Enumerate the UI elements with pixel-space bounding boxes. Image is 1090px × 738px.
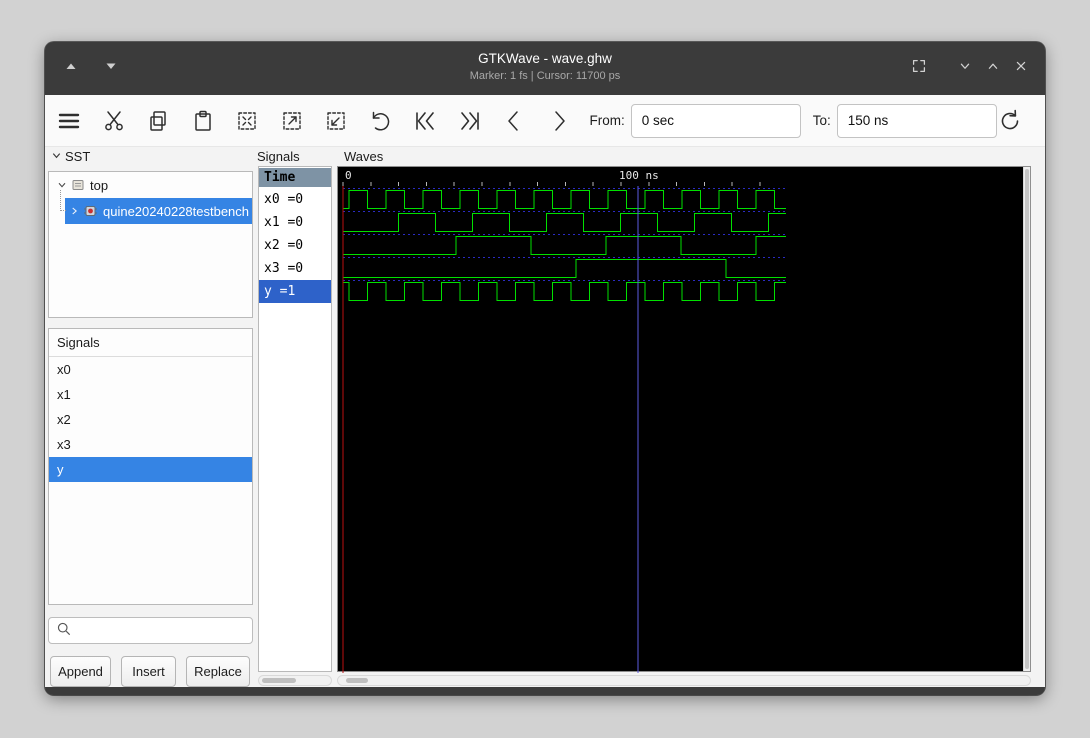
wave-canvas[interactable]: 0 100 ns bbox=[337, 166, 1031, 673]
next-button[interactable] bbox=[541, 103, 577, 139]
fullscreen-icon bbox=[910, 57, 928, 80]
signal-row-x2[interactable]: x2 =0 bbox=[259, 234, 331, 257]
zoom-out-icon bbox=[323, 108, 349, 134]
to-input[interactable] bbox=[836, 103, 997, 138]
signals-frame-label: Signals bbox=[257, 149, 300, 164]
signal-row-x0[interactable]: x0 =0 bbox=[259, 188, 331, 211]
replace-button[interactable]: Replace bbox=[186, 656, 250, 687]
main-area: SST top quine20240228testbench Signals x0… bbox=[45, 147, 1045, 687]
signal-filter bbox=[48, 617, 253, 644]
timeline-label: 100 ns bbox=[619, 169, 659, 182]
to-end-button[interactable] bbox=[452, 103, 488, 139]
signal-list-item-x0[interactable]: x0 bbox=[49, 357, 252, 382]
from-label: From: bbox=[589, 113, 625, 128]
wave-horizontal-scrollbar[interactable] bbox=[337, 675, 1031, 686]
zoom-out-button[interactable] bbox=[318, 103, 354, 139]
scrollbar-thumb[interactable] bbox=[1025, 169, 1029, 669]
chevron-down-icon bbox=[51, 149, 62, 164]
toolbar: From: To: bbox=[45, 95, 1045, 147]
waveform-x0 bbox=[343, 190, 786, 209]
signal-list-item-y[interactable]: y bbox=[49, 457, 252, 482]
zoom-in-button[interactable] bbox=[274, 103, 310, 139]
to-start-icon bbox=[412, 108, 438, 134]
append-button[interactable]: Append bbox=[50, 656, 111, 687]
reload-button[interactable] bbox=[997, 103, 1023, 139]
copy-button[interactable] bbox=[140, 103, 176, 139]
signal-search-panel: Signals x0 x1 x2 x3 y bbox=[48, 328, 253, 605]
minimize-button[interactable] bbox=[951, 55, 979, 83]
module-icon bbox=[83, 204, 98, 218]
waves-frame-label: Waves bbox=[344, 149, 384, 164]
tree-node-label: quine20240228testbench bbox=[103, 203, 250, 219]
waveform-x3 bbox=[343, 259, 786, 278]
cut-button[interactable] bbox=[96, 103, 132, 139]
menu-icon bbox=[56, 108, 82, 134]
zoom-fit-icon bbox=[234, 108, 260, 134]
close-icon bbox=[1012, 57, 1030, 80]
prev-icon bbox=[501, 108, 527, 134]
names-horizontal-scrollbar[interactable] bbox=[258, 675, 332, 686]
signals-list-title: Signals bbox=[49, 329, 252, 357]
tree-node-quine20240228testbench[interactable]: quine20240228testbench bbox=[49, 190, 252, 224]
paste-button[interactable] bbox=[185, 103, 221, 139]
signal-row-x3[interactable]: x3 =0 bbox=[259, 257, 331, 280]
signal-list-item-x2[interactable]: x2 bbox=[49, 407, 252, 432]
zoom-fit-button[interactable] bbox=[229, 103, 265, 139]
search-icon bbox=[55, 620, 72, 642]
to-start-button[interactable] bbox=[407, 103, 443, 139]
next-icon bbox=[546, 108, 572, 134]
maximize-button[interactable] bbox=[979, 55, 1007, 83]
zoom-in-icon bbox=[279, 108, 305, 134]
sst-section-header[interactable]: SST bbox=[51, 149, 90, 164]
sst-tree: top quine20240228testbench bbox=[48, 171, 253, 318]
undo-button[interactable] bbox=[363, 103, 399, 139]
prev-button[interactable] bbox=[496, 103, 532, 139]
signal-row-y[interactable]: y =1 bbox=[259, 280, 331, 303]
marker-cursor-status: Marker: 1 fs | Cursor: 11700 ps bbox=[469, 70, 621, 82]
signal-names-column: Time x0 =0 x1 =0 x2 =0 x3 =0 y =1 bbox=[258, 166, 332, 672]
waveform-display[interactable]: 0 100 ns bbox=[338, 167, 1025, 673]
time-header-cell[interactable]: Time bbox=[259, 168, 331, 187]
menu-button[interactable] bbox=[51, 103, 87, 139]
insert-button[interactable]: Insert bbox=[121, 656, 176, 687]
fullscreen-button[interactable] bbox=[905, 55, 933, 83]
hierarchy-icon bbox=[71, 178, 85, 192]
scrollbar-thumb[interactable] bbox=[346, 678, 368, 683]
window-footer bbox=[45, 687, 1045, 695]
gtkwave-window: GTKWave - wave.ghw Marker: 1 fs | Cursor… bbox=[45, 42, 1045, 695]
tree-node-label: top bbox=[90, 177, 109, 193]
waveform-y bbox=[343, 282, 786, 301]
timeline-label: 0 bbox=[345, 169, 352, 182]
chevron-down-icon bbox=[956, 57, 974, 80]
signal-list-item-x1[interactable]: x1 bbox=[49, 382, 252, 407]
wave-vertical-scrollbar[interactable] bbox=[1023, 167, 1030, 671]
signal-row-x1[interactable]: x1 =0 bbox=[259, 211, 331, 234]
chevron-up-icon bbox=[984, 57, 1002, 80]
undo-icon bbox=[368, 108, 394, 134]
window-title: GTKWave - wave.ghw bbox=[478, 51, 612, 66]
signal-list-item-x3[interactable]: x3 bbox=[49, 432, 252, 457]
paste-icon bbox=[190, 108, 216, 134]
to-end-icon bbox=[457, 108, 483, 134]
reload-icon bbox=[997, 108, 1023, 134]
titlebar: GTKWave - wave.ghw Marker: 1 fs | Cursor… bbox=[45, 42, 1045, 95]
close-button[interactable] bbox=[1007, 55, 1035, 83]
from-input[interactable] bbox=[630, 103, 801, 138]
scrollbar-thumb[interactable] bbox=[262, 678, 296, 683]
to-label: To: bbox=[812, 113, 831, 128]
waveform-x2 bbox=[343, 236, 786, 255]
tree-node-top[interactable]: top bbox=[49, 172, 252, 198]
waveform-x1 bbox=[343, 213, 786, 232]
cut-icon bbox=[101, 108, 127, 134]
tree-guide-line bbox=[60, 190, 66, 211]
copy-icon bbox=[145, 108, 171, 134]
expander-closed-icon[interactable] bbox=[67, 204, 81, 218]
search-input[interactable] bbox=[77, 618, 253, 643]
